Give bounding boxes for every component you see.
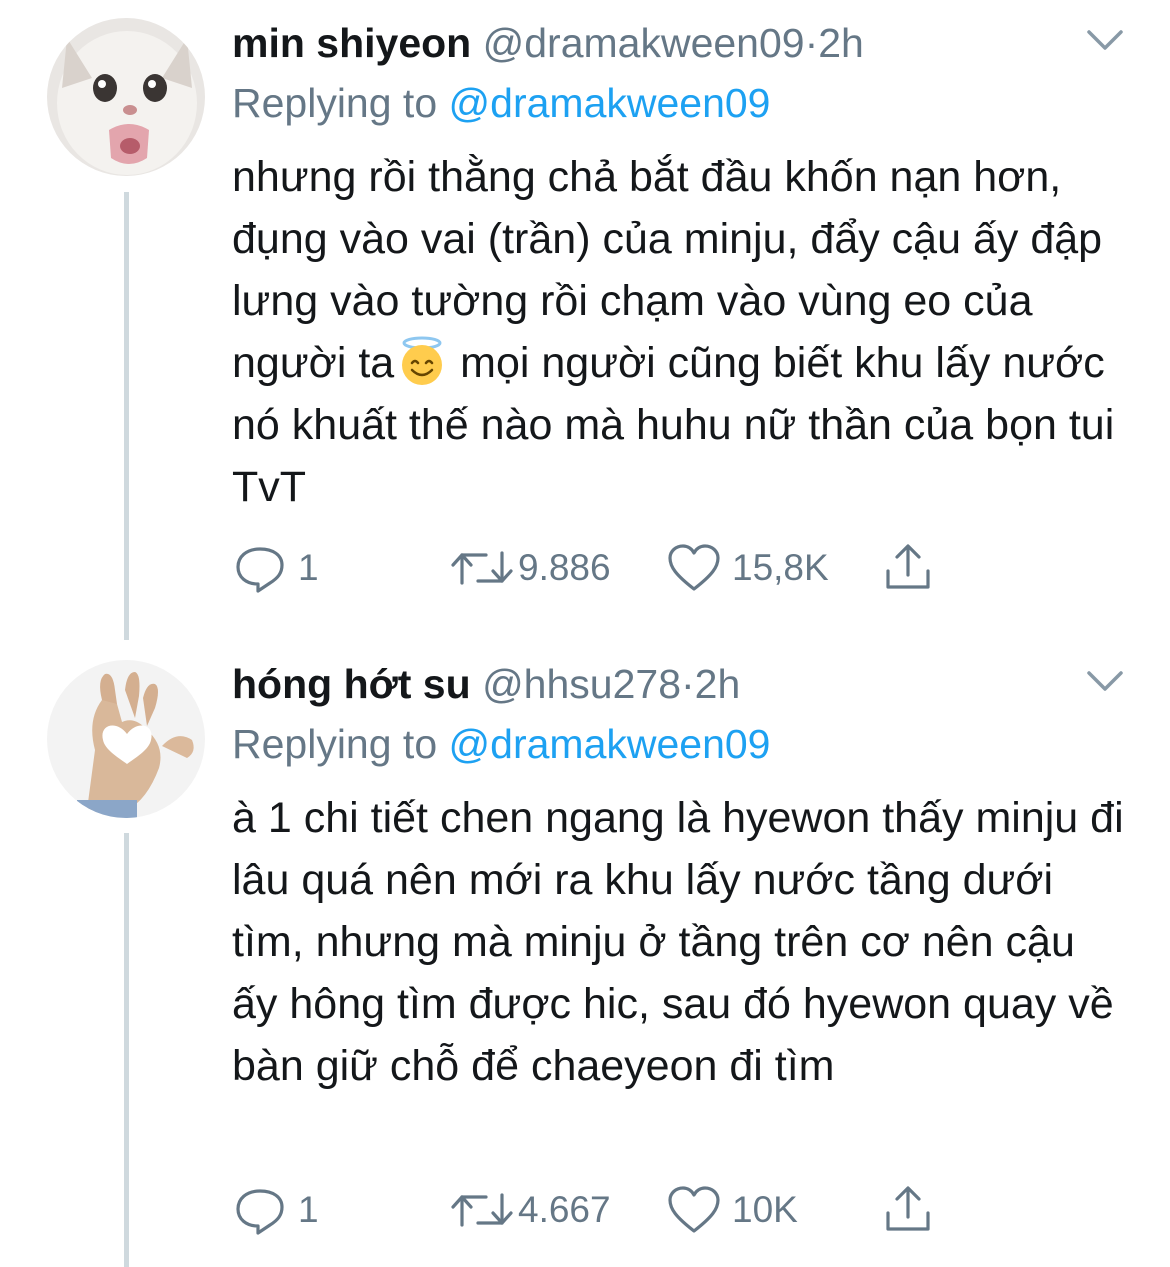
thread-line	[124, 833, 129, 1267]
tweet-actions: 1 4.667 10K	[232, 1185, 952, 1235]
replying-to-line: Replying to @dramakween09	[232, 78, 771, 128]
avatar[interactable]	[47, 660, 205, 818]
share-button[interactable]	[882, 1185, 934, 1235]
replying-to-label: Replying to	[232, 80, 438, 126]
replying-to-mention[interactable]: @dramakween09	[449, 721, 771, 767]
tweet-header: hóng hớt su @hhsu278·2h	[232, 659, 740, 709]
separator-dot: ·	[804, 20, 819, 66]
retweet-button[interactable]: 4.667	[450, 1185, 611, 1235]
replying-to-line: Replying to @dramakween09	[232, 719, 771, 769]
share-icon	[886, 1186, 930, 1231]
retweet-button[interactable]: 9.886	[450, 543, 611, 593]
user-handle[interactable]: @dramakween09	[483, 20, 805, 66]
like-count: 10K	[732, 1189, 798, 1230]
replying-to-label: Replying to	[232, 721, 438, 767]
display-name[interactable]: min shiyeon	[232, 20, 471, 66]
tweet[interactable]: hóng hớt su @hhsu278·2h Replying to @dra…	[0, 640, 1170, 1267]
user-handle[interactable]: @hhsu278	[482, 661, 681, 707]
smiling-face-with-halo-icon	[402, 336, 443, 385]
tweet-header: min shiyeon @dramakween09·2h	[232, 18, 864, 68]
reply-icon	[236, 1189, 284, 1235]
separator-dot: ·	[681, 661, 695, 707]
tweet[interactable]: min shiyeon @dramakween09·2h Replying to…	[0, 0, 1170, 640]
avatar[interactable]	[47, 18, 205, 176]
like-button[interactable]: 10K	[666, 1185, 798, 1235]
reply-icon	[236, 547, 284, 593]
heart-icon	[668, 1186, 720, 1233]
reply-button[interactable]: 1	[232, 1185, 319, 1235]
retweet-icon	[451, 1193, 513, 1227]
reply-count: 1	[298, 1189, 319, 1230]
timestamp[interactable]: 2h	[695, 661, 741, 707]
heart-icon	[668, 544, 720, 591]
reply-count: 1	[298, 547, 319, 588]
tweet-text: à 1 chi tiết chen ngang là hyewon thấy m…	[232, 794, 1124, 1090]
like-count: 15,8K	[732, 547, 829, 588]
like-button[interactable]: 15,8K	[666, 543, 829, 593]
tweet-text: nhưng rồi thằng chả bắt đầu khốn nạn hơn…	[232, 146, 1132, 518]
chevron-down-icon[interactable]	[1085, 667, 1125, 697]
reply-button[interactable]: 1	[232, 543, 319, 593]
ok-hand-avatar-image	[47, 660, 205, 818]
chevron-down-icon[interactable]	[1085, 26, 1125, 56]
thread-line	[124, 192, 129, 640]
cat-avatar-image	[47, 18, 205, 176]
retweet-icon	[451, 551, 513, 585]
timestamp[interactable]: 2h	[818, 20, 864, 66]
share-icon	[886, 544, 930, 589]
retweet-count: 4.667	[518, 1189, 611, 1230]
share-button[interactable]	[882, 543, 934, 593]
retweet-count: 9.886	[518, 547, 611, 588]
replying-to-mention[interactable]: @dramakween09	[449, 80, 771, 126]
tweet-actions: 1 9.886 15,8K	[232, 543, 952, 593]
display-name[interactable]: hóng hớt su	[232, 661, 471, 707]
